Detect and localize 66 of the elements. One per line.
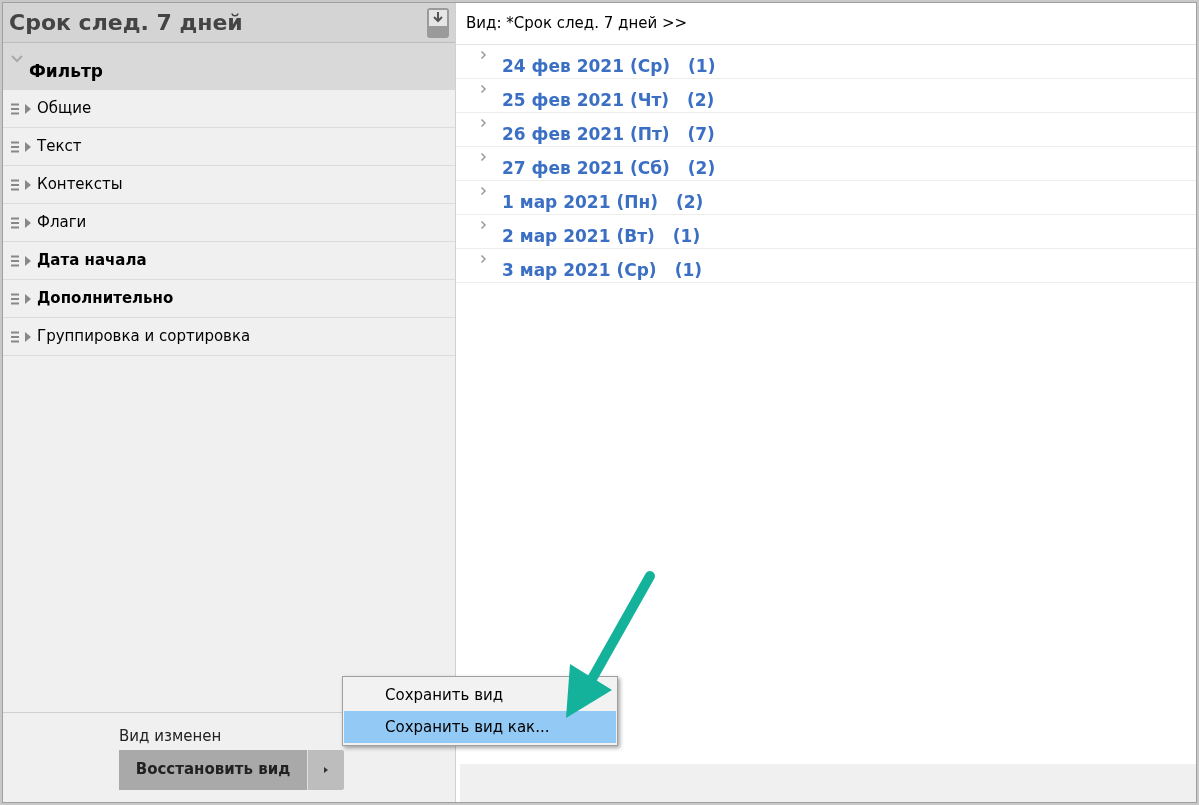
filter-label: Дата начала xyxy=(37,250,147,272)
date-label: 2 мар 2021 (Вт) xyxy=(502,225,655,248)
filter-label: Дополнительно xyxy=(37,288,174,310)
date-label: 3 мар 2021 (Ср) xyxy=(502,259,657,282)
expand-arrow-icon[interactable] xyxy=(25,141,31,152)
item-count: (2) xyxy=(675,191,704,214)
view-title: Вид: *Срок след. 7 дней >> xyxy=(466,13,688,35)
filter-row[interactable]: Группировка и сортировка xyxy=(3,318,455,356)
chevron-right-icon[interactable] xyxy=(481,119,486,127)
filter-row[interactable]: Дата начала xyxy=(3,242,455,280)
item-count: (1) xyxy=(672,225,701,248)
date-group-row[interactable]: 24 фев 2021 (Ср) (1) xyxy=(456,45,1196,79)
restore-view-button[interactable]: Восстановить вид xyxy=(119,749,308,790)
item-count: (1) xyxy=(674,259,702,282)
expand-arrow-icon[interactable] xyxy=(25,293,31,304)
menu-item[interactable]: Сохранить вид как... xyxy=(344,711,616,743)
item-count: (7) xyxy=(687,123,715,146)
sidebar-title: Срок след. 7 дней xyxy=(9,9,243,37)
split-button[interactable]: Восстановить вид xyxy=(119,749,344,790)
date-group-row[interactable]: 1 мар 2021 (Пн) (2) xyxy=(456,181,1196,215)
item-count: (2) xyxy=(687,157,716,180)
date-label: 27 фев 2021 (Сб) xyxy=(502,157,670,180)
chevron-right-icon[interactable] xyxy=(481,221,486,229)
drag-handle-icon[interactable] xyxy=(11,292,19,305)
drag-handle-icon[interactable] xyxy=(11,178,19,191)
item-count: (1) xyxy=(688,55,716,78)
filter-row[interactable]: Флаги xyxy=(3,204,455,242)
item-count: (2) xyxy=(687,89,715,112)
date-label: 1 мар 2021 (Пн) xyxy=(502,191,658,214)
filter-label: Группировка и сортировка xyxy=(37,326,251,348)
expand-arrow-icon[interactable] xyxy=(25,331,31,342)
filter-label: Текст xyxy=(37,136,82,158)
date-group-row[interactable]: 2 мар 2021 (Вт) (1) xyxy=(456,215,1196,249)
drag-handle-icon[interactable] xyxy=(11,254,19,267)
filter-label: Контексты xyxy=(37,174,123,196)
status-text: Вид изменен xyxy=(119,726,222,747)
date-group-row[interactable]: 27 фев 2021 (Сб) (2) xyxy=(456,147,1196,181)
date-label: 24 фев 2021 (Ср) xyxy=(502,55,671,78)
filter-label: Общие xyxy=(37,98,92,120)
chevron-right-icon[interactable] xyxy=(481,85,486,93)
drag-handle-icon[interactable] xyxy=(11,140,19,153)
menu-item[interactable]: Сохранить вид xyxy=(344,679,616,711)
filter-row[interactable]: Общие xyxy=(3,90,455,128)
download-icon[interactable] xyxy=(427,7,449,38)
filter-label: Флаги xyxy=(37,212,87,234)
chevron-right-icon[interactable] xyxy=(481,51,486,59)
filter-row[interactable]: Дополнительно xyxy=(3,280,455,318)
drag-handle-icon[interactable] xyxy=(11,102,19,115)
chevron-right-icon[interactable] xyxy=(481,187,486,195)
filter-row[interactable]: Текст xyxy=(3,128,455,166)
date-label: 26 фев 2021 (Пт) xyxy=(502,123,670,146)
dropdown-arrow-icon[interactable] xyxy=(324,766,328,773)
expand-arrow-icon[interactable] xyxy=(25,103,31,114)
date-group-row[interactable]: 3 мар 2021 (Ср) (1) xyxy=(456,249,1196,283)
drag-handle-icon[interactable] xyxy=(11,330,19,343)
expand-arrow-icon[interactable] xyxy=(25,217,31,228)
date-label: 25 фев 2021 (Чт) xyxy=(502,89,669,112)
date-group-row[interactable]: 25 фев 2021 (Чт) (2) xyxy=(456,79,1196,113)
date-group-row[interactable]: 26 фев 2021 (Пт) (7) xyxy=(456,113,1196,147)
filter-header[interactable]: Фильтр xyxy=(3,43,455,90)
drag-handle-icon[interactable] xyxy=(11,216,19,229)
chevron-right-icon[interactable] xyxy=(481,255,486,263)
chevron-right-icon[interactable] xyxy=(481,153,486,161)
expand-arrow-icon[interactable] xyxy=(25,179,31,190)
filter-row[interactable]: Контексты xyxy=(3,166,455,204)
expand-arrow-icon[interactable] xyxy=(25,255,31,266)
